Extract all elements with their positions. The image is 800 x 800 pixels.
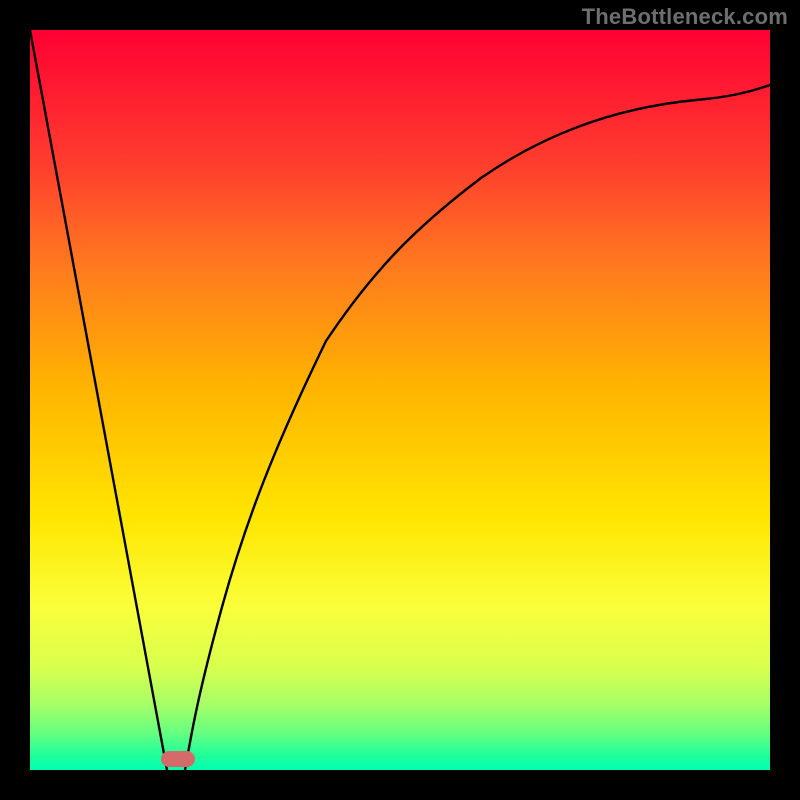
watermark-text: TheBottleneck.com [582,4,788,30]
bottleneck-marker [161,751,195,767]
plot-area [30,30,770,770]
curve-layer [30,30,770,770]
left-slope-line [30,30,167,770]
right-curve-line [185,85,770,770]
chart-frame: TheBottleneck.com [0,0,800,800]
